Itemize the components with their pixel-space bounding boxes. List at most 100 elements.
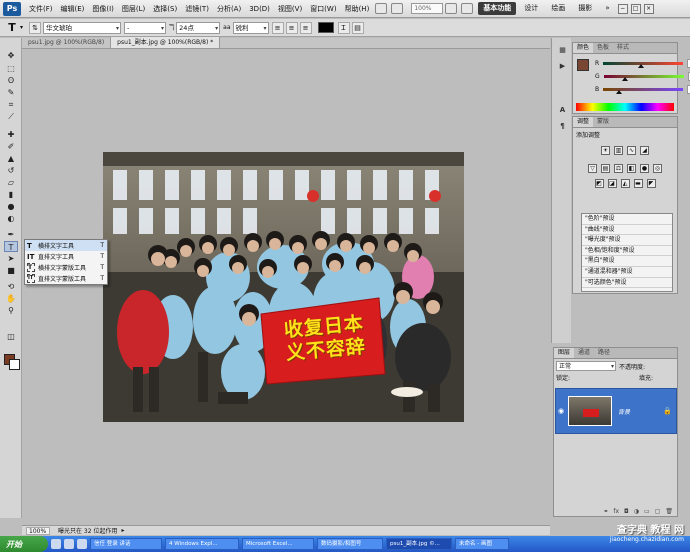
tab-layers[interactable]: 图层 bbox=[554, 348, 575, 358]
shape-tool-icon[interactable]: ■ bbox=[4, 265, 18, 276]
task-paint[interactable]: 未命名 - 画图 bbox=[455, 538, 509, 550]
tab-styles[interactable]: 样式 bbox=[613, 43, 633, 53]
hand-tool-icon[interactable] bbox=[445, 3, 458, 14]
color-balance-icon[interactable]: ⚖ bbox=[614, 164, 623, 173]
slider-green[interactable]: G 70 bbox=[595, 70, 690, 83]
crop-tool-icon[interactable]: ⌗ bbox=[4, 99, 18, 110]
workspace-painting[interactable]: 绘画 bbox=[546, 2, 570, 15]
menu-3d[interactable]: 3D(D) bbox=[245, 5, 274, 13]
character-panel-icon[interactable]: ▤ bbox=[351, 21, 364, 34]
preset-black-white[interactable]: "黑白"预设 bbox=[582, 256, 672, 267]
text-color-swatch[interactable] bbox=[317, 22, 334, 33]
eraser-tool-icon[interactable]: ▱ bbox=[4, 177, 18, 188]
quicklaunch-desktop-icon[interactable] bbox=[64, 539, 74, 549]
blue-thumb[interactable] bbox=[616, 90, 623, 94]
history-panel-icon[interactable]: ▦ bbox=[557, 46, 568, 56]
photo-filter-icon[interactable]: ● bbox=[640, 164, 649, 173]
lasso-tool-icon[interactable]: ʘ bbox=[4, 75, 18, 86]
tab-psu1[interactable]: psu1.jpg @ 100%(RGB/8) bbox=[22, 37, 112, 48]
horizontal-type-tool-option[interactable]: T 横排文字工具 T bbox=[25, 240, 107, 251]
dodge-tool-icon[interactable]: ◐ bbox=[4, 213, 18, 224]
quick-mask-icon[interactable]: ◫ bbox=[4, 331, 18, 342]
green-track[interactable] bbox=[603, 75, 684, 81]
close-button[interactable]: × bbox=[643, 3, 654, 14]
blur-tool-icon[interactable]: ● bbox=[4, 201, 18, 212]
workspace-essentials[interactable]: 基本功能 bbox=[478, 2, 517, 15]
marquee-tool-icon[interactable]: ⬚ bbox=[4, 63, 18, 74]
tab-masks[interactable]: 蒙版 bbox=[593, 117, 613, 127]
font-size-select[interactable]: 24点 bbox=[176, 21, 221, 34]
paragraph-panel-icon[interactable]: ¶ bbox=[557, 122, 568, 132]
quick-select-tool-icon[interactable]: ✎ bbox=[4, 87, 18, 98]
brightness-contrast-icon[interactable]: ☀ bbox=[601, 146, 610, 155]
move-tool-icon[interactable]: ✥ bbox=[4, 50, 18, 61]
workspace-more-button[interactable]: » bbox=[600, 2, 614, 15]
minimize-button[interactable]: − bbox=[617, 3, 628, 14]
exposure-icon[interactable]: ◢ bbox=[640, 146, 649, 155]
slider-red[interactable]: R 121 bbox=[595, 57, 690, 70]
invert-icon[interactable]: ◩ bbox=[594, 179, 604, 188]
layer-row-background[interactable]: ◉ 背景 🔒 bbox=[555, 388, 677, 434]
new-layer-icon[interactable]: ▢ bbox=[655, 508, 661, 516]
preset-selective-color[interactable]: "可选颜色"预设 bbox=[582, 277, 672, 289]
add-mask-icon[interactable]: ◘ bbox=[624, 508, 629, 516]
visibility-eye-icon[interactable]: ◉ bbox=[556, 407, 566, 415]
type-tool-icon[interactable]: T bbox=[4, 241, 18, 252]
menu-file[interactable]: 文件(F) bbox=[25, 4, 57, 14]
posterize-icon[interactable]: ◪ bbox=[607, 179, 617, 188]
workspace-design[interactable]: 设计 bbox=[519, 2, 543, 15]
vertical-type-tool-option[interactable]: IT 直排文字工具 T bbox=[25, 251, 107, 262]
menu-image[interactable]: 图像(I) bbox=[88, 4, 118, 14]
brush-tool-icon[interactable]: ✐ bbox=[4, 141, 18, 152]
task-chat[interactable]: 信任 登录 讲话 bbox=[90, 538, 162, 550]
antialias-select[interactable]: 锐利 bbox=[232, 21, 269, 34]
hand-tool-icon[interactable]: ✋ bbox=[4, 293, 18, 304]
warp-text-icon[interactable]: Ꮖ bbox=[337, 21, 350, 34]
tab-adjustments[interactable]: 调整 bbox=[573, 117, 594, 127]
layer-style-icon[interactable]: fx bbox=[613, 508, 619, 516]
levels-icon[interactable]: ▥ bbox=[614, 146, 623, 155]
slider-blue[interactable]: B 51 bbox=[595, 83, 690, 96]
clone-stamp-tool-icon[interactable]: ▲ bbox=[4, 153, 18, 164]
threshold-icon[interactable]: ◭ bbox=[620, 179, 630, 188]
color-ramp[interactable] bbox=[576, 103, 674, 111]
preset-curves[interactable]: "曲线"预设 bbox=[582, 224, 672, 236]
pen-tool-icon[interactable]: ✒ bbox=[4, 229, 18, 240]
red-track[interactable] bbox=[603, 62, 684, 68]
chevron-down-icon[interactable]: ▾ bbox=[20, 24, 23, 31]
menu-select[interactable]: 选择(S) bbox=[149, 4, 181, 14]
blend-mode-select[interactable]: 正常 bbox=[556, 361, 616, 371]
maximize-button[interactable]: □ bbox=[630, 3, 641, 14]
menu-filter[interactable]: 滤镜(T) bbox=[181, 4, 213, 14]
link-layers-icon[interactable]: ⚭ bbox=[603, 508, 608, 516]
green-thumb[interactable] bbox=[622, 77, 629, 81]
task-photoshop[interactable]: psu1_副本.jpg ©... bbox=[386, 538, 452, 550]
font-style-select[interactable]: - bbox=[124, 21, 167, 34]
quicklaunch-media-icon[interactable] bbox=[77, 539, 87, 549]
text-orientation-icon[interactable]: ⇅ bbox=[29, 21, 42, 34]
quicklaunch-ie-icon[interactable] bbox=[51, 539, 61, 549]
new-group-icon[interactable]: ▭ bbox=[644, 508, 650, 516]
delete-layer-icon[interactable]: 🗑 bbox=[665, 508, 673, 516]
menu-analysis[interactable]: 分析(A) bbox=[213, 4, 245, 14]
task-photo[interactable]: 数码摄影/和图号 bbox=[317, 538, 383, 550]
tab-channels[interactable]: 通道 bbox=[574, 348, 594, 358]
task-explorer[interactable]: 4 Windows Expl... bbox=[165, 538, 239, 550]
type-tool-preset-icon[interactable]: T bbox=[4, 21, 20, 34]
tab-paths[interactable]: 路径 bbox=[594, 348, 614, 358]
task-excel[interactable]: Microsoft Excel... bbox=[242, 538, 314, 550]
horizontal-type-mask-tool-option[interactable]: T 横排文字蒙版工具 T bbox=[25, 262, 107, 273]
vertical-type-mask-tool-option[interactable]: IT 直排文字蒙版工具 T bbox=[25, 273, 107, 284]
actions-panel-icon[interactable]: ▶ bbox=[557, 62, 568, 72]
character-panel-icon[interactable]: A bbox=[557, 106, 568, 116]
gradient-tool-icon[interactable]: ▮ bbox=[4, 189, 18, 200]
align-center-icon[interactable]: ≡ bbox=[285, 21, 298, 34]
curves-icon[interactable]: ∿ bbox=[627, 146, 636, 155]
adjustment-layer-icon[interactable]: ◑ bbox=[634, 508, 639, 516]
document-image[interactable]: 收复日本 义不容辞 bbox=[103, 152, 464, 422]
menu-window[interactable]: 窗口(W) bbox=[306, 4, 340, 14]
background-color-swatch[interactable] bbox=[9, 359, 20, 370]
gradient-map-icon[interactable]: ▬ bbox=[633, 179, 643, 188]
preset-channel-mixer[interactable]: "通道混和器"预设 bbox=[582, 266, 672, 278]
path-selection-tool-icon[interactable]: ➤ bbox=[4, 253, 18, 264]
